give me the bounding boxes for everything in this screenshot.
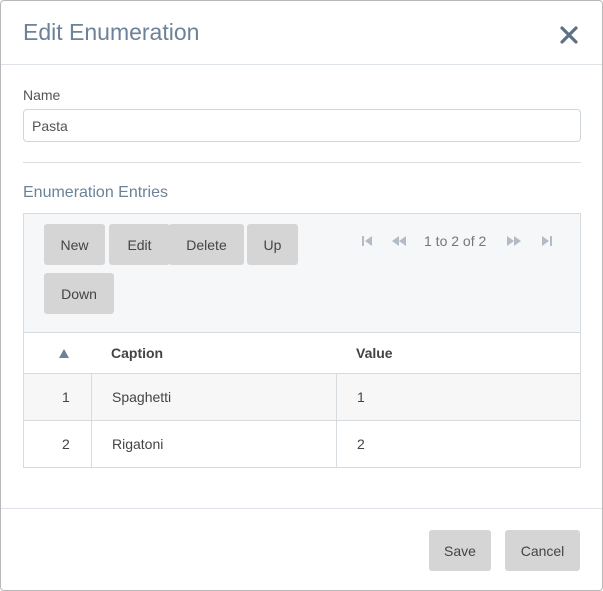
- row-caption: Spaghetti: [112, 389, 172, 405]
- grid-toolbar: New Edit Delete Up Down 1 to 2 of 2: [24, 214, 580, 333]
- save-button[interactable]: Save: [429, 530, 491, 571]
- table-row[interactable]: 2 Rigatoni 2: [24, 421, 580, 468]
- grid-header: Caption Value: [24, 333, 580, 374]
- down-button[interactable]: Down: [44, 273, 114, 314]
- column-header-caption[interactable]: Caption: [111, 345, 163, 361]
- row-caption: Rigatoni: [112, 436, 164, 452]
- new-button[interactable]: New: [44, 224, 105, 265]
- last-page-icon[interactable]: [540, 234, 554, 248]
- name-input[interactable]: [23, 109, 581, 142]
- entries-grid: New Edit Delete Up Down 1 to 2 of 2 Capt…: [23, 213, 581, 468]
- dialog-footer: Save Cancel: [1, 508, 602, 590]
- delete-button[interactable]: Delete: [169, 224, 244, 265]
- row-index: 2: [62, 436, 70, 452]
- row-value: 1: [357, 389, 365, 405]
- pager-text: 1 to 2 of 2: [424, 233, 487, 249]
- first-page-icon[interactable]: [360, 234, 374, 248]
- divider: [23, 162, 581, 163]
- dialog-title: Edit Enumeration: [23, 19, 200, 45]
- edit-enumeration-dialog: Edit Enumeration Name Enumeration Entrie…: [0, 0, 603, 591]
- sort-asc-icon[interactable]: [58, 347, 70, 359]
- row-index: 1: [62, 389, 70, 405]
- dialog-header: Edit Enumeration: [1, 1, 602, 65]
- section-title: Enumeration Entries: [23, 184, 168, 201]
- close-icon[interactable]: [557, 23, 581, 47]
- table-row[interactable]: 1 Spaghetti 1: [24, 374, 580, 421]
- next-page-icon[interactable]: [506, 234, 521, 248]
- column-header-value[interactable]: Value: [356, 345, 393, 361]
- row-value: 2: [357, 436, 365, 452]
- edit-button[interactable]: Edit: [109, 224, 170, 265]
- cancel-button[interactable]: Cancel: [505, 530, 580, 571]
- prev-page-icon[interactable]: [391, 234, 406, 248]
- column-divider: [336, 374, 337, 467]
- name-label: Name: [23, 87, 61, 103]
- up-button[interactable]: Up: [247, 224, 298, 265]
- column-divider: [91, 374, 92, 467]
